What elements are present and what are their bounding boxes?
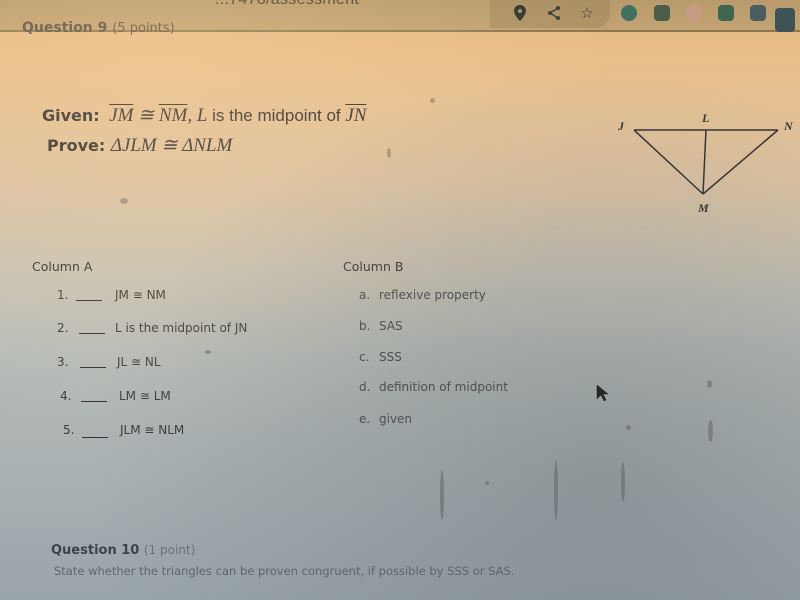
question-10-label: Question 10	[51, 543, 140, 558]
extension-person-icon[interactable]	[718, 5, 734, 21]
extension-green-icon[interactable]	[654, 5, 670, 21]
item-number: 5.	[63, 423, 75, 437]
question-9-points: (5 points)	[112, 21, 175, 36]
option-reason: definition of midpoint	[379, 380, 508, 394]
item-number: 4.	[60, 389, 72, 403]
screen-smudge	[554, 460, 558, 520]
column-b-item: b. SAS	[359, 319, 403, 333]
option-reason: SSS	[379, 350, 402, 364]
screen-smudge	[621, 462, 625, 502]
item-statement: JM ≅ NM	[115, 288, 166, 302]
segment-nm-line	[702, 129, 779, 195]
option-letter: a.	[359, 288, 371, 302]
answer-blank[interactable]	[80, 367, 106, 368]
given-label: Given:	[42, 106, 100, 125]
label-n: N	[783, 119, 794, 133]
screen-smudge	[708, 420, 713, 442]
item-number: 2.	[57, 321, 69, 335]
item-statement: LM ≅ LM	[119, 389, 171, 403]
item-number: 3.	[57, 355, 69, 369]
share-icon[interactable]	[545, 4, 563, 22]
option-letter: b.	[359, 319, 371, 333]
prove-congruence: ΔJLM ≅ ΔNLM	[110, 135, 233, 156]
answer-blank[interactable]	[79, 333, 105, 334]
answer-blank[interactable]	[76, 300, 102, 301]
column-b-item: a. reflexive property	[359, 288, 486, 302]
screen-smudge	[430, 98, 435, 103]
segment-jm: JM	[109, 105, 134, 126]
question-10-title: Question 10 (1 point)	[51, 543, 195, 558]
label-m: M	[697, 201, 709, 215]
answer-blank[interactable]	[81, 401, 107, 402]
point-l: , L	[187, 105, 208, 126]
option-letter: d.	[359, 380, 371, 394]
segment-nm: NM	[158, 105, 188, 126]
triangle-diagram: J L N M	[617, 111, 794, 215]
segment-lm-line	[702, 129, 707, 195]
screen-smudge	[626, 425, 631, 430]
screen-smudge	[205, 350, 211, 354]
question-10-points: (1 point)	[143, 543, 196, 557]
label-j: J	[617, 119, 625, 133]
column-b-item: e. given	[359, 412, 412, 426]
column-b-title: Column B	[343, 259, 404, 274]
congruent-symbol: ≅	[133, 105, 159, 126]
column-b-item: d. definition of midpoint	[359, 380, 508, 394]
prove-statement: Prove: ΔJLM ≅ ΔNLM	[47, 134, 232, 157]
answer-blank[interactable]	[82, 437, 108, 438]
screen-smudge	[485, 481, 489, 485]
label-l: L	[701, 111, 709, 125]
item-statement: JL ≅ NL	[117, 355, 161, 369]
option-reason: given	[379, 412, 413, 426]
item-number: 1.	[57, 288, 69, 302]
screen-smudge	[387, 148, 391, 158]
location-pin-icon[interactable]	[511, 4, 529, 22]
item-statement: JLM ≅ NLM	[120, 423, 185, 437]
segment-jm-line	[633, 129, 704, 195]
prove-label: Prove:	[47, 136, 106, 155]
address-bar-url[interactable]: ...7478/assessment	[215, 0, 359, 9]
bookmark-star-icon[interactable]: ☆	[578, 4, 596, 22]
option-reason: reflexive property	[379, 288, 486, 302]
screen-smudge	[707, 380, 712, 388]
column-b-item: c. SSS	[359, 350, 402, 364]
question-10-prompt: State whether the triangles can be prove…	[54, 564, 515, 578]
option-reason: SAS	[379, 319, 403, 333]
option-letter: e.	[359, 412, 371, 426]
given-statement: Given: JM ≅ NM, L is the midpoint of JN	[42, 104, 366, 127]
question-9-title: Question 9 (5 points)	[22, 20, 175, 36]
given-midpoint-text: is the midpoint of	[207, 106, 346, 125]
screen-smudge	[120, 198, 128, 204]
segment-jn: JN	[345, 105, 367, 126]
extension-badge-icon[interactable]	[775, 8, 795, 32]
screen-smudge	[440, 470, 444, 520]
extension-doc-icon[interactable]	[750, 5, 766, 21]
option-letter: c.	[359, 350, 370, 364]
extension-pink-icon[interactable]	[686, 5, 702, 21]
column-a-title: Column A	[32, 259, 93, 274]
question-9-label: Question 9	[22, 20, 108, 36]
item-statement: L is the midpoint of JN	[115, 321, 248, 335]
extension-teal-icon[interactable]	[621, 5, 637, 21]
